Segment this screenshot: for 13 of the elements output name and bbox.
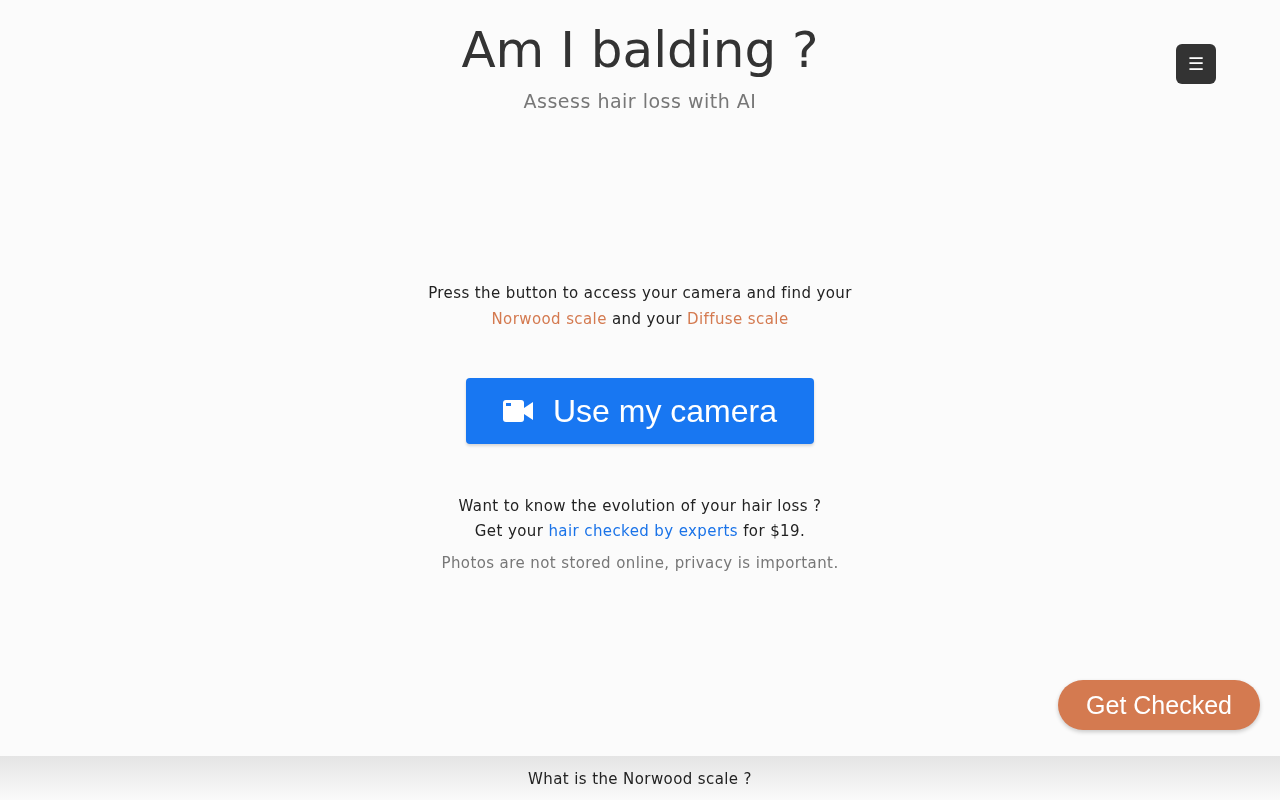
intro-text: Press the button to access your camera and find your Norwood scale and your Diffuse scale bbox=[427, 283, 853, 330]
get-checked-button[interactable]: Get Checked bbox=[1058, 680, 1260, 730]
privacy-note: Photos are not stored online, privacy is important. bbox=[441, 554, 839, 572]
page-subtitle: Assess hair loss with AI bbox=[523, 90, 757, 112]
page-title: Am I balding ? bbox=[461, 20, 819, 80]
use-camera-button[interactable]: Use my camera bbox=[466, 378, 814, 444]
video-camera-icon bbox=[502, 400, 533, 422]
experts-link[interactable]: hair checked by experts bbox=[548, 522, 738, 540]
scale-link[interactable]: Diffuse scale bbox=[687, 310, 789, 328]
offer-text: Want to know the evolution of your hair loss ? Get your hair checked by experts for $19. bbox=[458, 496, 822, 542]
menu-button[interactable]: ☰ bbox=[1176, 44, 1216, 84]
scale-link[interactable]: Norwood scale bbox=[491, 310, 607, 328]
footer-link[interactable]: What is the Norwood scale ? bbox=[528, 770, 752, 788]
